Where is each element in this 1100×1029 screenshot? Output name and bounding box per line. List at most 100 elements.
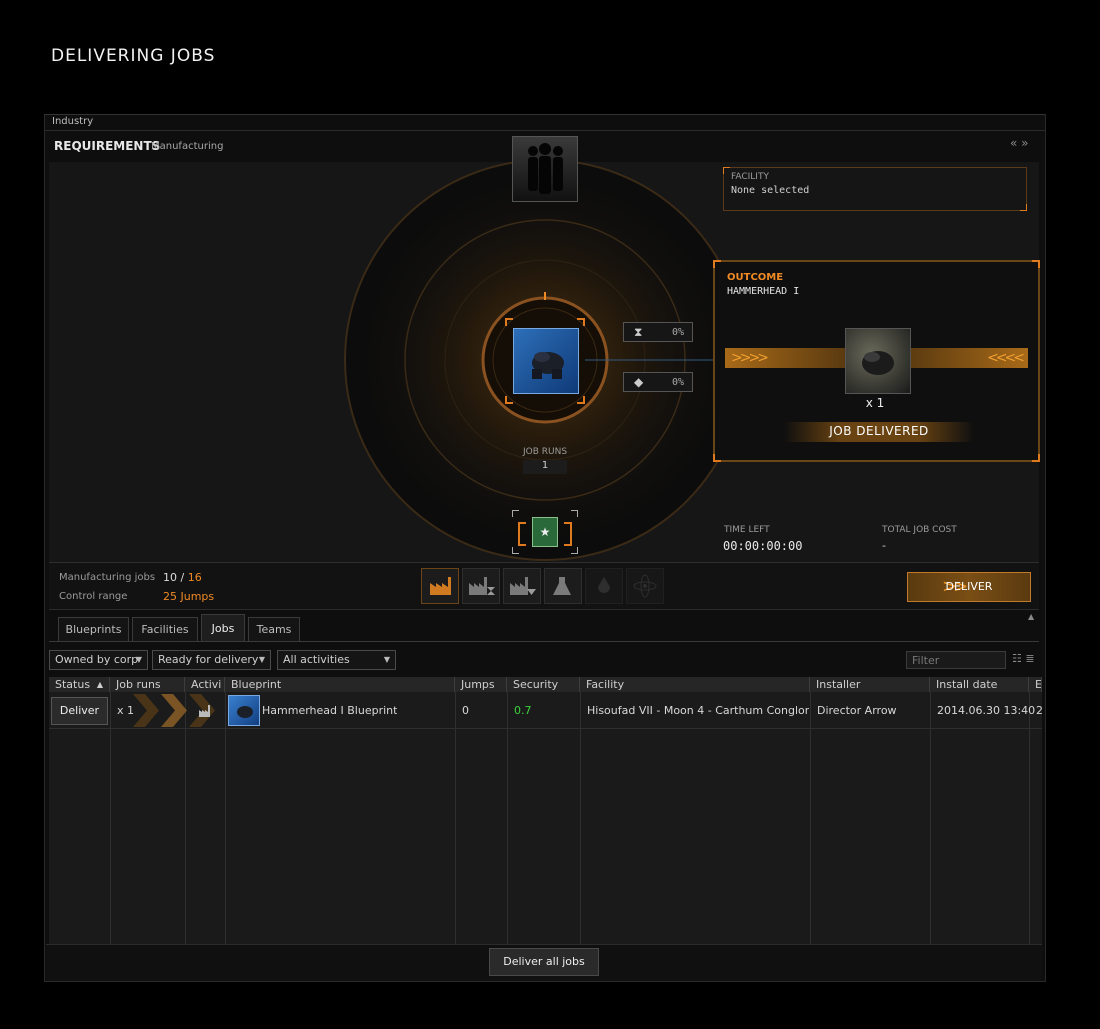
cell-security: 0.7: [514, 704, 532, 717]
activity-dropdown-value: All activities: [283, 653, 350, 666]
column-divider: [225, 692, 226, 944]
time-efficiency-value: 0%: [671, 327, 684, 338]
column-divider: [455, 692, 456, 944]
materials-bracket-right: [564, 522, 572, 546]
column-security[interactable]: Security: [507, 677, 580, 692]
control-range-label: Control range: [59, 591, 128, 602]
materials-icon: ★: [532, 517, 558, 547]
list-compact-icon[interactable]: ≣: [1025, 652, 1034, 665]
window-title: Industry: [52, 116, 94, 127]
outcome-product-name: HAMMERHEAD I: [727, 286, 800, 297]
column-activity[interactable]: Activi: [185, 677, 225, 692]
column-status-label: Status: [55, 678, 91, 691]
column-divider: [507, 692, 508, 944]
factory-hourglass-icon: [469, 577, 495, 595]
deliver-all-button[interactable]: Deliver all jobs: [489, 948, 599, 976]
materials-slot[interactable]: ★: [512, 510, 578, 554]
owner-dropdown[interactable]: Owned by corp ▼: [49, 650, 148, 670]
cell-job-runs: x 1: [117, 704, 135, 717]
column-installer[interactable]: Installer: [810, 677, 930, 692]
atom-icon: [633, 574, 657, 598]
team-slot[interactable]: [512, 136, 578, 202]
list-detail-icon[interactable]: ☷: [1012, 652, 1022, 665]
column-job-runs[interactable]: Job runs: [110, 677, 185, 692]
factory-icon: [430, 577, 451, 595]
total-cost-label: TOTAL JOB COST: [882, 525, 957, 535]
control-range-value: 25 Jumps: [163, 590, 215, 603]
activity-manufacturing-button[interactable]: [421, 568, 459, 604]
outcome-label: OUTCOME: [727, 272, 784, 283]
manufacturing-activity-icon: [198, 702, 214, 721]
time-left-label: TIME LEFT: [724, 525, 770, 535]
deliver-button-label: DELIVER: [945, 580, 993, 593]
deliver-button[interactable]: >> DELIVER: [907, 572, 1031, 602]
manufacturing-jobs-current: 10: [163, 571, 177, 584]
blueprint-slot[interactable]: [505, 318, 585, 404]
requirements-heading: REQUIREMENTS: [54, 139, 161, 153]
activity-time-efficiency-button[interactable]: [462, 568, 500, 604]
activity-material-efficiency-button[interactable]: [503, 568, 541, 604]
drop-icon: [598, 577, 610, 593]
tab-teams[interactable]: Teams: [248, 617, 300, 641]
hammerhead-ship-icon: [862, 351, 894, 375]
flask-icon: [553, 577, 571, 595]
page-title: DELIVERING JOBS: [51, 46, 216, 66]
blueprint-image: [513, 328, 579, 394]
material-efficiency-value: 0%: [671, 377, 684, 388]
tab-facilities[interactable]: Facilities: [132, 617, 198, 641]
sort-ascending-icon: ▲: [96, 680, 103, 689]
chevron-down-icon: ▼: [135, 655, 142, 664]
collapse-arrows-icon[interactable]: « »: [1010, 136, 1029, 150]
materials-bracket-left: [518, 522, 526, 546]
chevron-down-icon: ▼: [383, 655, 390, 664]
chevrons-left-icon: <<<<: [987, 350, 1025, 366]
column-facility[interactable]: Facility: [580, 677, 810, 692]
cell-end-date: 2: [1036, 704, 1042, 717]
column-status[interactable]: Status ▲: [49, 677, 110, 692]
column-jumps[interactable]: Jumps: [455, 677, 507, 692]
hammerhead-drone-icon: [237, 706, 253, 718]
tab-jobs[interactable]: Jobs: [201, 614, 245, 642]
job-runs-input[interactable]: 1: [523, 460, 567, 474]
job-runs-label: JOB RUNS: [522, 447, 568, 457]
total-cost-value: -: [882, 539, 886, 552]
cell-jumps: 0: [462, 704, 469, 717]
activity-invention-button[interactable]: [585, 568, 623, 604]
column-divider: [930, 692, 931, 944]
state-dropdown[interactable]: Ready for delivery ▼: [152, 650, 271, 670]
manufacturing-jobs-label: Manufacturing jobs: [59, 572, 156, 583]
blueprint-thumbnail: [228, 695, 260, 726]
cell-blueprint: Hammerhead I Blueprint: [262, 704, 398, 717]
manufacturing-jobs-value: 10 / 16: [163, 571, 202, 584]
column-blueprint[interactable]: Blueprint: [225, 677, 455, 692]
facility-value: None selected: [731, 185, 810, 196]
column-divider: [110, 692, 111, 944]
time-efficiency-box: ⧗ 0%: [623, 322, 693, 342]
hourglass-icon: ⧗: [634, 325, 643, 339]
chevron-down-icon: ▼: [258, 655, 265, 664]
column-divider: [810, 692, 811, 944]
cell-facility: Hisoufad VII - Moon 4 - Carthum Conglome…: [587, 704, 809, 717]
collapse-up-icon[interactable]: ▲: [1028, 612, 1034, 621]
view-mode-icons[interactable]: ☷ ≣: [1012, 652, 1035, 665]
row-deliver-button[interactable]: Deliver: [51, 697, 108, 725]
window-title-divider: [45, 130, 1045, 131]
activity-reverse-engineering-button[interactable]: [626, 568, 664, 604]
activity-copying-button[interactable]: [544, 568, 582, 604]
hammerhead-drone-icon: [532, 352, 564, 379]
job-status-text: JOB DELIVERED: [829, 424, 929, 438]
factory-gem-icon: [510, 577, 536, 595]
cell-installer: Director Arrow: [817, 704, 897, 717]
filter-input[interactable]: [906, 651, 1006, 669]
material-efficiency-box: ◆ 0%: [623, 372, 693, 392]
gem-icon: ◆: [634, 375, 644, 389]
outcome-product-image: [845, 328, 911, 394]
cell-install-date: 2014.06.30 13:40: [937, 704, 1036, 717]
state-dropdown-value: Ready for delivery: [158, 653, 259, 666]
tab-blueprints[interactable]: Blueprints: [58, 617, 129, 641]
column-end-date[interactable]: E: [1029, 677, 1042, 692]
activity-dropdown[interactable]: All activities ▼: [277, 650, 396, 670]
time-left-value: 00:00:00:00: [723, 539, 803, 553]
team-silhouettes-icon: [528, 143, 563, 194]
column-install-date[interactable]: Install date: [930, 677, 1029, 692]
